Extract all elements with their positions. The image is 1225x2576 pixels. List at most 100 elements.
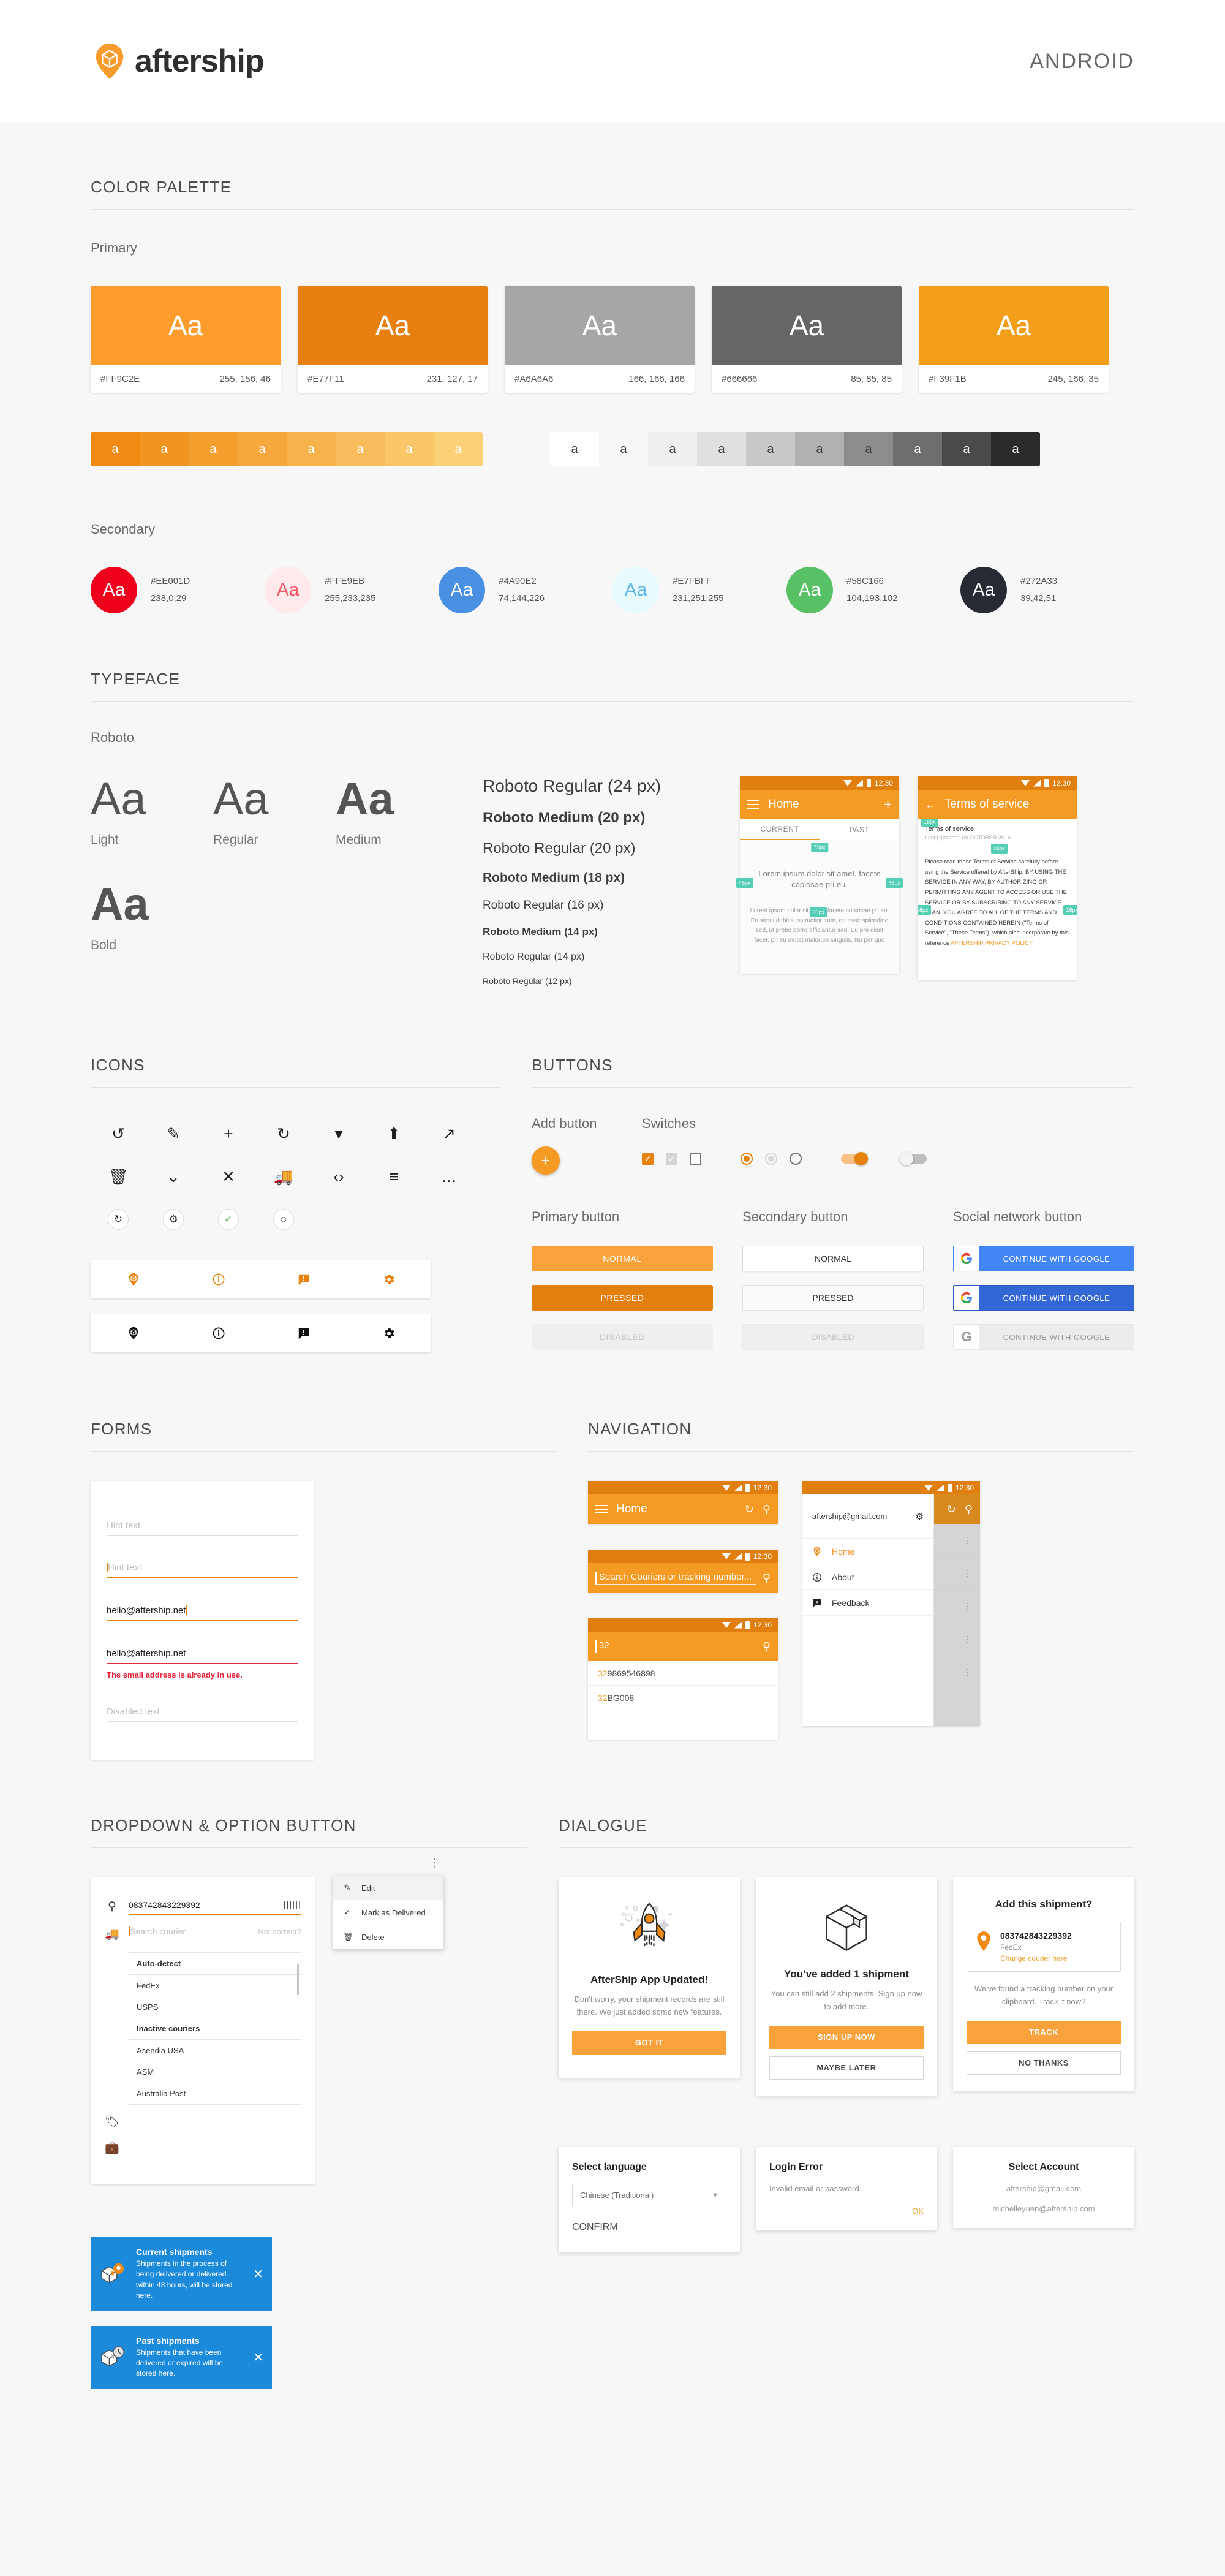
undo-button[interactable]: ↺ (91, 1115, 146, 1153)
got-it-button[interactable]: GOT IT (572, 2031, 726, 2055)
search-icon[interactable]: ⚲ (763, 1503, 771, 1516)
checkbox-unchecked[interactable] (690, 1153, 701, 1165)
caret-down-button[interactable]: ▾ (311, 1115, 366, 1153)
list-button[interactable]: ≡ (366, 1157, 421, 1195)
ok-button[interactable]: OK (769, 2207, 924, 2216)
drawer-item-about[interactable]: About (802, 1564, 933, 1590)
field-value-focused[interactable]: hello@aftership.net (107, 1605, 298, 1621)
search-icon[interactable]: ⚲ (763, 1572, 771, 1585)
check-circle-button[interactable]: ✓ (201, 1200, 256, 1238)
menu-item-delete[interactable]: 🗑 Delete (333, 1925, 443, 1949)
menu-icon[interactable] (747, 798, 760, 811)
courier-option-list[interactable]: Auto-detect FedEx USPS Inactive couriers Ase… (129, 1952, 301, 2105)
menu-item-mark-as-delivered[interactable]: ✓ Mark as Delivered (333, 1900, 443, 1925)
track-button[interactable]: TRACK (967, 2020, 1121, 2044)
field-hint[interactable]: Hint text (107, 1520, 298, 1536)
suggestion-row[interactable]: 32 BG008 (588, 1686, 778, 1710)
courier-option[interactable]: FedEx (129, 1975, 301, 1996)
type-weight-name: Regular (213, 833, 258, 847)
gear-circle-button[interactable]: ⚙ (146, 1200, 201, 1238)
not-correct-link[interactable]: Not correct? (258, 1927, 301, 1936)
language-selected-value: Chinese (Traditional) (580, 2191, 654, 2200)
courier-option[interactable]: Australia Post (129, 2083, 301, 2104)
swatch-sample-text: Aa (789, 309, 824, 341)
sync-circle-button[interactable]: ↻ (91, 1200, 146, 1238)
loading-circle-button[interactable]: ◌ (256, 1200, 311, 1238)
tracking-summary-box[interactable]: 083742843229392 FedEx Change courier her… (967, 1922, 1121, 1972)
swatch-rgb: 231,251,255 (673, 593, 724, 604)
courier-option[interactable]: USPS (129, 1996, 301, 2018)
account-option[interactable]: michelleyuen@aftership.com (967, 2204, 1121, 2213)
refresh-button[interactable]: ↻ (256, 1115, 311, 1153)
tab-package-pin-black[interactable] (91, 1327, 176, 1340)
barcode-icon[interactable]: |||||| (284, 1900, 301, 1910)
external-link-button[interactable]: ↗ (421, 1115, 477, 1153)
add-fab-button[interactable]: + (532, 1146, 560, 1175)
toggle-off[interactable] (900, 1152, 927, 1165)
close-button[interactable]: ✕ (201, 1157, 256, 1195)
account-option[interactable]: aftership@gmail.com (967, 2184, 1121, 2193)
secondary-button-pressed[interactable]: PRESSED (742, 1285, 924, 1311)
tab-package-pin-orange[interactable] (91, 1273, 176, 1286)
tab-feedback-orange[interactable] (261, 1273, 346, 1286)
drawer-item-home[interactable]: Home (802, 1539, 933, 1564)
code-button[interactable]: ‹› (311, 1157, 366, 1195)
refresh-icon[interactable]: ↻ (745, 1503, 754, 1516)
battery-icon (745, 1621, 750, 1629)
maybe-later-button[interactable]: MAYBE LATER (769, 2056, 924, 2080)
close-icon[interactable]: ✕ (253, 2350, 263, 2365)
plus-icon: + (224, 1124, 233, 1143)
edit-button[interactable]: ✎ (146, 1115, 201, 1153)
no-thanks-button[interactable]: NO THANKS (967, 2051, 1121, 2075)
tab-current[interactable]: CURRENT (740, 819, 820, 840)
privacy-policy-link[interactable]: AFTERSHIP PRIVACY POLICY (951, 940, 1033, 947)
courier-option[interactable]: Inactive couriers (129, 2018, 301, 2040)
search-input[interactable]: Search Couriers or tracking number... (595, 1571, 756, 1585)
courier-option[interactable]: Asendia USA (129, 2040, 301, 2061)
tab-info-black[interactable] (176, 1327, 261, 1340)
tab-gear-orange[interactable] (346, 1273, 431, 1286)
language-select[interactable]: Chinese (Traditional) ▼ (572, 2183, 726, 2207)
menu-item-edit[interactable]: ✎ Edit (333, 1876, 443, 1900)
search-input[interactable]: 32 (595, 1640, 756, 1653)
tab-gear-black[interactable] (346, 1327, 431, 1340)
overflow-menu-icon[interactable]: ⋮ (333, 1857, 443, 1869)
primary-button-pressed[interactable]: PRESSED (532, 1285, 713, 1311)
more-button[interactable]: … (421, 1157, 477, 1195)
tab-past[interactable]: PAST (820, 819, 899, 840)
checkbox-checked[interactable]: ✓ (642, 1153, 654, 1165)
plus-icon[interactable]: + (884, 797, 892, 813)
chevron-down-button[interactable]: ⌄ (146, 1157, 201, 1195)
drawer-account-row[interactable]: aftership@gmail.com ⚙ (802, 1494, 933, 1539)
drawer-item-feedback[interactable]: Feedback (802, 1590, 933, 1616)
app-bar: Home + (740, 790, 899, 819)
back-arrow-icon[interactable]: ← (925, 798, 936, 811)
close-icon[interactable]: ✕ (253, 2267, 263, 2282)
field-value-error[interactable]: hello@aftership.net The email address is… (107, 1648, 298, 1680)
change-courier-link[interactable]: Change courier here (1000, 1954, 1072, 1963)
gear-icon[interactable]: ⚙ (916, 1511, 924, 1522)
google-button-normal[interactable]: CONTINUE WITH GOOGLE (953, 1246, 1134, 1271)
plus-button[interactable]: + (201, 1115, 256, 1153)
google-button-pressed[interactable]: CONTINUE WITH GOOGLE (953, 1285, 1134, 1311)
courier-search-placeholder[interactable]: Search courier (130, 1926, 186, 1936)
radio-selected[interactable] (741, 1153, 753, 1165)
search-icon[interactable]: ⚲ (763, 1640, 771, 1653)
sign-up-now-button[interactable]: SIGN UP NOW (769, 2025, 924, 2049)
trash-button[interactable]: 🗑 (91, 1157, 146, 1195)
truck-button[interactable]: 🚚 (256, 1157, 311, 1195)
courier-option[interactable]: Auto-detect (129, 1953, 301, 1975)
toggle-on[interactable] (841, 1152, 868, 1165)
suggestion-row[interactable]: 32 9869546898 (588, 1661, 778, 1686)
radio-unselected[interactable] (790, 1153, 802, 1165)
field-hint-focused[interactable]: Hint text (107, 1563, 298, 1578)
upload-button[interactable]: ⬆ (366, 1115, 421, 1153)
confirm-button[interactable]: CONFIRM (572, 2222, 726, 2233)
secondary-button-normal[interactable]: NORMAL (742, 1246, 924, 1271)
courier-option[interactable]: ASM (129, 2061, 301, 2083)
menu-icon[interactable] (595, 1502, 608, 1516)
primary-button-normal[interactable]: NORMAL (532, 1246, 713, 1271)
tab-feedback-black[interactable] (261, 1327, 346, 1340)
scrollbar-thumb[interactable] (297, 1964, 299, 1995)
tab-info-orange[interactable] (176, 1273, 261, 1286)
